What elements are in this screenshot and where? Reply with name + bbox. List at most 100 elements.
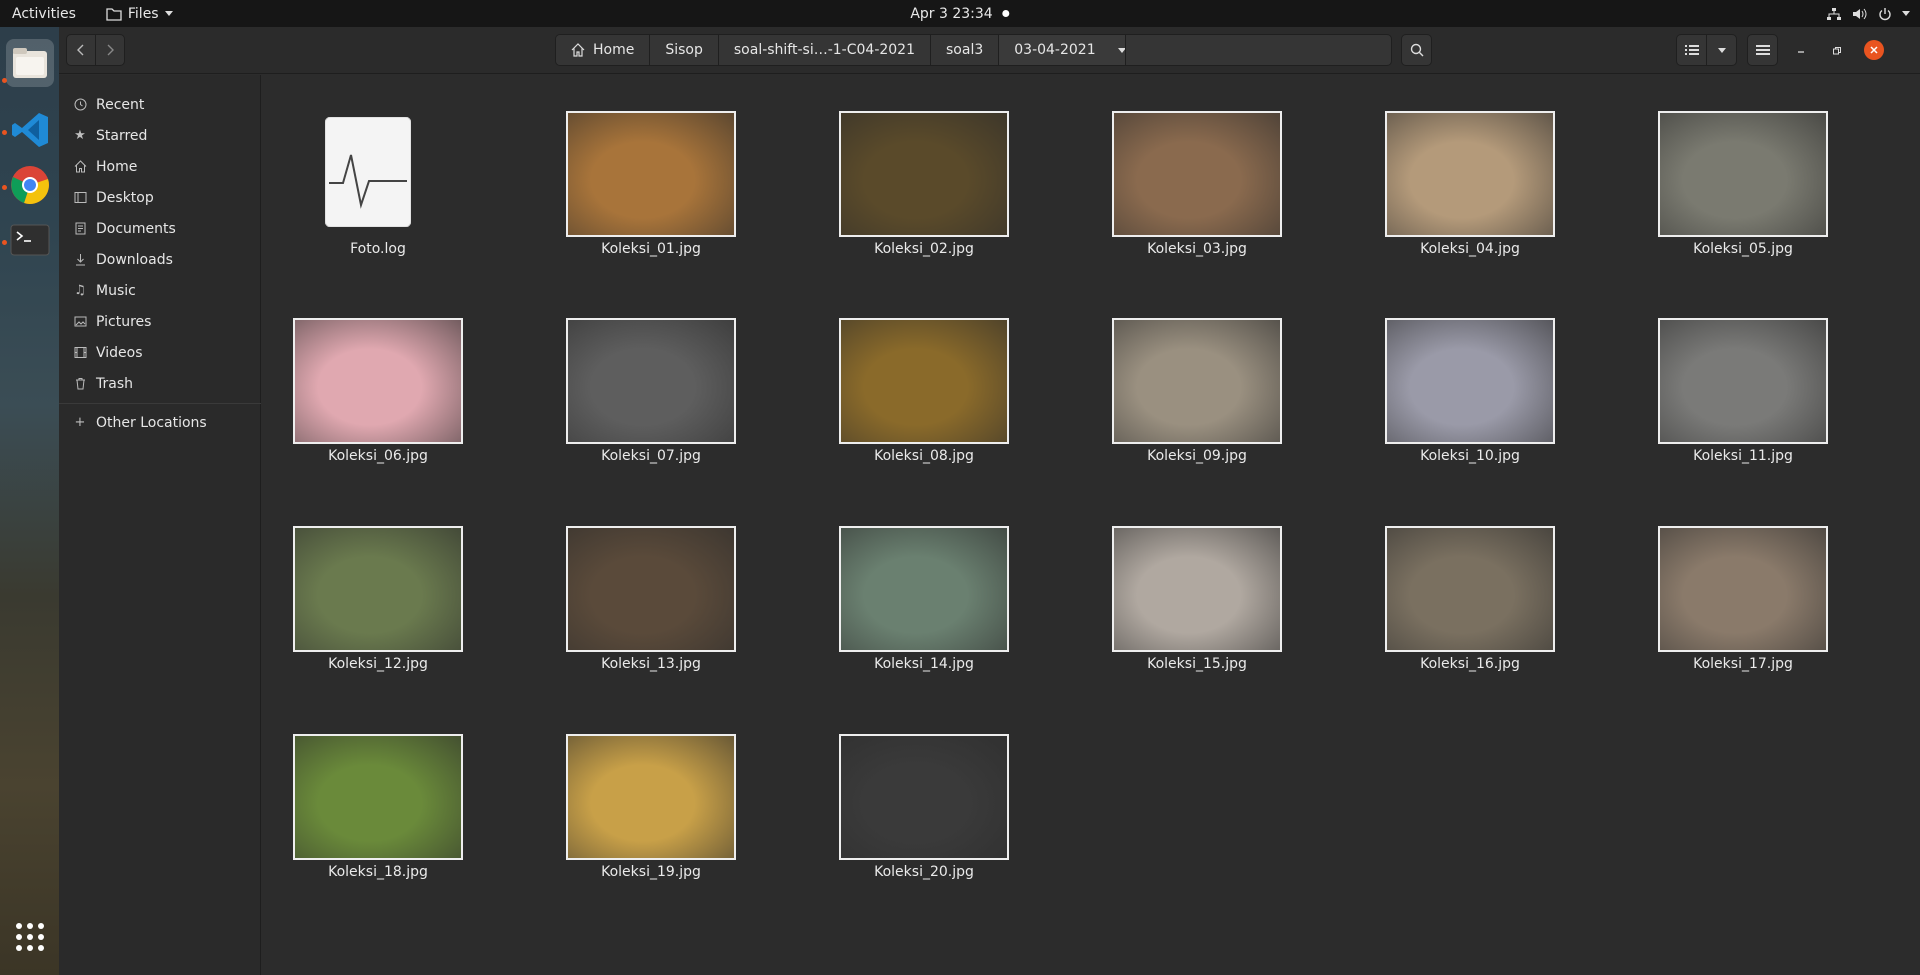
clock-label: Apr 3 23:34 (910, 5, 993, 22)
vscode-icon (12, 113, 48, 147)
dock-terminal[interactable] (6, 216, 54, 264)
file-name-label: Koleksi_10.jpg (1420, 448, 1520, 464)
file-item-image[interactable]: Koleksi_15.jpg (1090, 526, 1282, 676)
trash-icon (73, 377, 87, 390)
sidebar-item-recent[interactable]: Recent (59, 89, 261, 120)
sidebar-item-home[interactable]: Home (59, 151, 261, 182)
file-name-label: Koleksi_12.jpg (328, 656, 428, 672)
close-button[interactable] (1864, 40, 1884, 60)
image-thumbnail (1658, 318, 1828, 444)
notification-dot-icon (1002, 10, 1010, 17)
sidebar-item-label: Other Locations (96, 414, 207, 431)
crumb-label: soal-shift-si…-1-C04-2021 (733, 42, 915, 58)
sidebar-item-label: Desktop (96, 189, 154, 206)
sidebar-item-trash[interactable]: Trash (59, 368, 261, 399)
crumb-soal3[interactable]: soal3 (931, 35, 1000, 65)
forward-button[interactable] (95, 34, 125, 66)
file-item-image[interactable]: Koleksi_05.jpg (1636, 111, 1828, 261)
running-indicator (2, 240, 7, 245)
file-name-label: Koleksi_15.jpg (1147, 656, 1247, 672)
terminal-icon (10, 224, 50, 256)
crumb-current-folder[interactable]: 03-04-2021 (999, 35, 1142, 65)
sidebar-item-other-locations[interactable]: + Other Locations (59, 407, 261, 438)
file-item-log[interactable]: Foto.log (271, 111, 451, 261)
restore-icon (1833, 47, 1841, 55)
sidebar-item-documents[interactable]: Documents (59, 213, 261, 244)
minimize-button[interactable] (1791, 41, 1811, 61)
clock[interactable]: Apr 3 23:34 (910, 5, 1010, 22)
file-item-image[interactable]: Koleksi_16.jpg (1363, 526, 1555, 676)
videos-icon (73, 346, 87, 359)
file-item-image[interactable]: Koleksi_06.jpg (271, 318, 463, 468)
show-applications-button[interactable] (10, 917, 50, 957)
file-name-label: Koleksi_05.jpg (1693, 241, 1793, 257)
file-item-image[interactable]: Koleksi_03.jpg (1090, 111, 1282, 261)
sidebar-item-label: Starred (96, 127, 148, 144)
file-item-image[interactable]: Koleksi_04.jpg (1363, 111, 1555, 261)
system-tray[interactable] (1826, 0, 1910, 27)
path-bar-fill[interactable] (1125, 34, 1392, 66)
maximize-button[interactable] (1827, 41, 1847, 61)
file-name-label: Koleksi_11.jpg (1693, 448, 1793, 464)
crumb-soal-shift[interactable]: soal-shift-si…-1-C04-2021 (718, 35, 931, 65)
sidebar-item-downloads[interactable]: Downloads (59, 244, 261, 275)
file-item-image[interactable]: Koleksi_12.jpg (271, 526, 463, 676)
sidebar-item-desktop[interactable]: Desktop (59, 182, 261, 213)
dock-chrome[interactable] (6, 161, 54, 209)
file-name-label: Koleksi_07.jpg (601, 448, 701, 464)
image-thumbnail (1112, 111, 1282, 237)
image-thumbnail (293, 734, 463, 860)
chevron-right-icon (107, 44, 114, 56)
sidebar-item-label: Music (96, 282, 136, 299)
file-item-image[interactable]: Koleksi_09.jpg (1090, 318, 1282, 468)
sidebar-item-videos[interactable]: Videos (59, 337, 261, 368)
header-bar: Home Sisop soal-shift-si…-1-C04-2021 soa… (59, 27, 1920, 74)
sidebar-item-music[interactable]: ♫ Music (59, 275, 261, 306)
chevron-left-icon (77, 44, 84, 56)
dock-files[interactable] (6, 39, 54, 87)
file-item-image[interactable]: Koleksi_02.jpg (817, 111, 1009, 261)
music-icon: ♫ (74, 283, 86, 298)
file-item-image[interactable]: Koleksi_18.jpg (271, 734, 463, 884)
activities-button[interactable]: Activities (0, 0, 88, 27)
dock-vscode[interactable] (6, 106, 54, 154)
star-icon: ★ (74, 128, 86, 143)
image-thumbnail (293, 526, 463, 652)
close-icon (1870, 46, 1878, 54)
crumb-sisop[interactable]: Sisop (650, 35, 719, 65)
apps-grid-icon (16, 923, 44, 951)
list-view-button[interactable] (1676, 34, 1707, 66)
file-item-image[interactable]: Koleksi_19.jpg (544, 734, 736, 884)
image-thumbnail (839, 318, 1009, 444)
file-item-image[interactable]: Koleksi_08.jpg (817, 318, 1009, 468)
crumb-label: Home (593, 42, 635, 58)
file-item-image[interactable]: Koleksi_17.jpg (1636, 526, 1828, 676)
file-item-image[interactable]: Koleksi_11.jpg (1636, 318, 1828, 468)
file-item-image[interactable]: Koleksi_10.jpg (1363, 318, 1555, 468)
file-item-image[interactable]: Koleksi_01.jpg (544, 111, 736, 261)
folder-icon (106, 7, 122, 21)
sidebar-item-starred[interactable]: ★ Starred (59, 120, 261, 151)
pictures-icon (73, 315, 87, 328)
app-menu[interactable]: Files (106, 6, 173, 22)
crumb-home[interactable]: Home (556, 35, 651, 65)
main-menu-button[interactable] (1747, 34, 1778, 66)
file-item-image[interactable]: Koleksi_14.jpg (817, 526, 1009, 676)
file-name-label: Koleksi_14.jpg (874, 656, 974, 672)
crumb-label: Sisop (665, 42, 703, 58)
file-name-label: Koleksi_06.jpg (328, 448, 428, 464)
running-indicator (2, 185, 7, 190)
file-item-image[interactable]: Koleksi_13.jpg (544, 526, 736, 676)
file-item-image[interactable]: Koleksi_20.jpg (817, 734, 1009, 884)
file-name-label: Koleksi_18.jpg (328, 864, 428, 880)
view-options-button[interactable] (1706, 34, 1737, 66)
crumb-label: 03-04-2021 (1014, 42, 1096, 58)
file-item-image[interactable]: Koleksi_07.jpg (544, 318, 736, 468)
hamburger-menu-icon (1755, 45, 1770, 55)
image-thumbnail (1112, 318, 1282, 444)
file-grid: Foto.log Koleksi_01.jpg Koleksi_02.jpg Kole… (261, 75, 1920, 975)
sidebar-item-pictures[interactable]: Pictures (59, 306, 261, 337)
search-button[interactable] (1401, 34, 1432, 66)
image-thumbnail (839, 526, 1009, 652)
back-button[interactable] (66, 34, 96, 66)
